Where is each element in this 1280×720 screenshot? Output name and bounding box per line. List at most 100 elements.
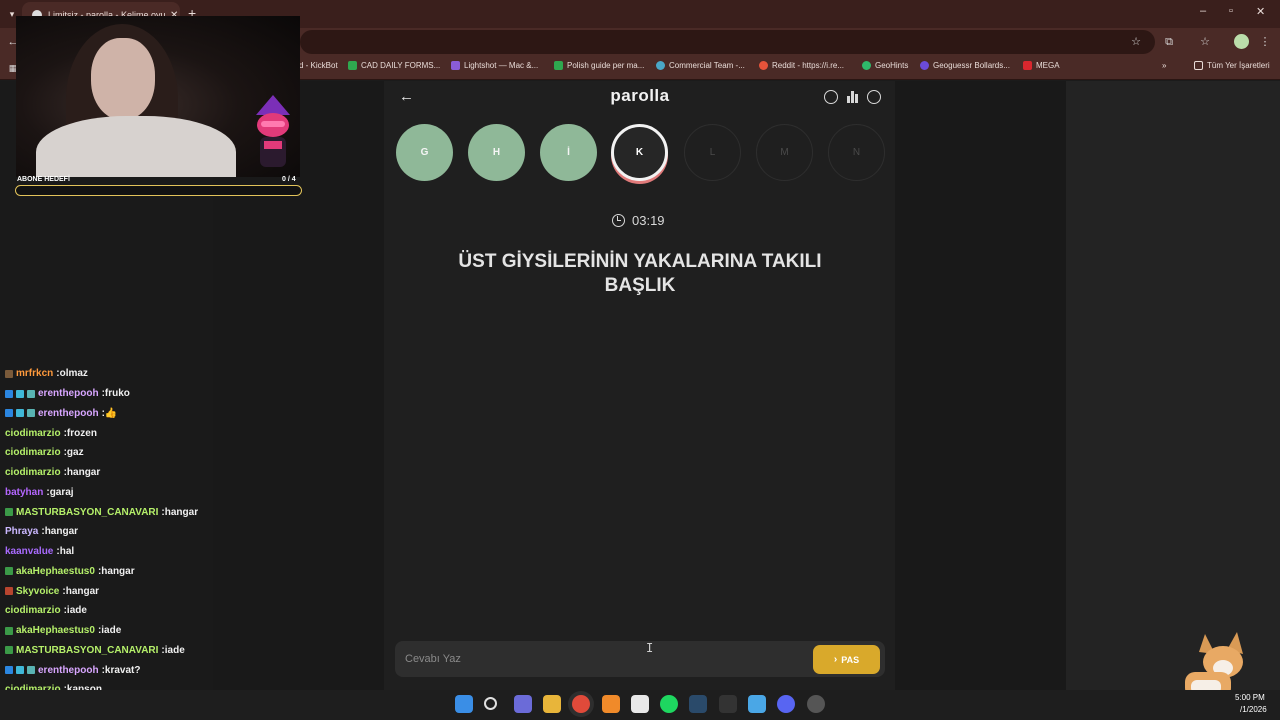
bookmark-item[interactable]: GeoHints (862, 61, 908, 70)
question-text: ÜST GİYSİLERİNİN YAKALARINA TAKILI BAŞLI… (420, 250, 860, 298)
sheets-icon (554, 61, 563, 70)
chat-message: ciodimarzio: gaz (0, 443, 213, 463)
chat-username[interactable]: mrfrkcn (16, 368, 53, 379)
star-icon[interactable]: ☆ (1129, 35, 1143, 49)
bookmark-label: Lightshot — Mac &... (464, 61, 539, 70)
extensions-icon[interactable]: ⧉ (1162, 35, 1176, 49)
pass-label: PAS (841, 654, 860, 665)
chat-username[interactable]: kaanvalue (5, 546, 53, 557)
address-bar[interactable] (300, 30, 1155, 54)
notepad-icon[interactable] (630, 695, 649, 713)
chat-badge-icon (27, 409, 35, 418)
chat-message: erenthepooh: kravat? (0, 660, 213, 680)
bookmark-manager-icon[interactable]: ☆ (1198, 35, 1212, 49)
bookmark-item[interactable]: Reddit - https://i.re... (759, 61, 844, 70)
chat-message: ciodimarzio: iade (0, 601, 213, 621)
letter-circle: N (828, 124, 885, 181)
answer-input[interactable] (405, 651, 795, 667)
sublime-icon[interactable] (601, 695, 620, 713)
letter-circle: L (684, 124, 741, 181)
chat-username[interactable]: MASTURBASYON_CANAVARI (16, 507, 158, 518)
chat-badge-icon (16, 389, 24, 398)
chat-text: iade (164, 644, 185, 656)
chat-username[interactable]: erenthepooh (38, 388, 99, 399)
close-window-button[interactable]: ✕ (1256, 5, 1265, 18)
bookmark-label: d - KickBot (299, 61, 338, 70)
chat-message: ciodimarzio: hangar (0, 463, 213, 483)
bookmark-item[interactable]: Geoguessr Bollards... (920, 61, 1010, 70)
menu-dots-icon[interactable]: ⋮ (1258, 35, 1272, 49)
epic-icon[interactable] (718, 695, 737, 713)
chat-text: hal (59, 546, 75, 558)
chat-username[interactable]: erenthepooh (38, 665, 99, 676)
all-bookmarks-label: Tüm Yer İşaretleri (1207, 61, 1270, 70)
letter-circle: G (396, 124, 453, 181)
chat-text: hangar (44, 526, 79, 538)
sub-goal-label: ABONE HEDEFİ (17, 176, 70, 183)
bookmark-item[interactable]: Polish guide per ma... (554, 61, 644, 70)
more-bookmarks-button[interactable]: » (1162, 61, 1166, 70)
info-icon[interactable] (824, 90, 838, 104)
bookmark-label: Polish guide per ma... (567, 61, 645, 70)
chat-message: akaHephaestus0: hangar (0, 562, 213, 582)
chat-text: gaz (66, 447, 84, 459)
obs-icon[interactable] (806, 695, 825, 713)
mega-icon (1023, 61, 1032, 70)
chat-username[interactable]: Skyvoice (16, 586, 59, 597)
stats-icon[interactable] (846, 90, 860, 104)
chat-username[interactable]: ciodimarzio (5, 467, 61, 478)
file-explorer-icon[interactable] (542, 695, 561, 713)
question-line: ÜST GİYSİLERİNİN YAKALARINA TAKILI (458, 251, 822, 272)
chat-badge-icon (5, 369, 13, 378)
steam-icon[interactable] (689, 695, 708, 713)
arrow-left-icon[interactable]: ← (399, 88, 414, 105)
chat-badge-icon (5, 646, 13, 655)
chat-badge-icon (5, 389, 13, 398)
chat-message: erenthepooh: 👍 (0, 404, 213, 424)
settings-icon[interactable] (748, 695, 766, 713)
pass-button[interactable]: › PAS (813, 645, 880, 674)
chat-username[interactable]: erenthepooh (38, 408, 99, 419)
start-icon[interactable] (455, 695, 473, 713)
chat-badge-icon (16, 409, 24, 418)
chat-username[interactable]: batyhan (5, 487, 43, 498)
parolla-logo[interactable]: parolla (540, 86, 740, 106)
chat-username[interactable]: ciodimarzio (5, 428, 61, 439)
system-clock-date[interactable]: /1/2026 (1240, 705, 1267, 714)
mascot-sticker (256, 95, 290, 167)
bookmark-label: GeoHints (875, 61, 909, 70)
chat-text: iade (66, 605, 87, 617)
chat-username[interactable]: akaHephaestus0 (16, 625, 95, 636)
bookmark-item[interactable]: MEGA (1023, 61, 1060, 70)
letter-circle: M (756, 124, 813, 181)
chat-username[interactable]: Phraya (5, 526, 38, 537)
geohints-icon (862, 61, 871, 70)
timer-value: 03:19 (632, 213, 665, 228)
chat-message: batyhan: garaj (0, 483, 213, 503)
bookmark-item[interactable]: CAD DAILY FORMS... (348, 61, 440, 70)
restore-button[interactable]: ▫ (1229, 5, 1233, 17)
sub-goal-count: 0 / 4 (282, 176, 296, 183)
teams-icon[interactable] (513, 695, 532, 713)
bookmark-item[interactable]: Commercial Team -... (656, 61, 745, 70)
chat-text: hangar (66, 467, 101, 479)
profile-avatar[interactable] (1234, 34, 1249, 49)
spotify-icon[interactable] (660, 695, 679, 713)
bookmark-item[interactable]: Lightshot — Mac &... (451, 61, 538, 70)
chat-badge-icon (5, 666, 13, 675)
chat-username[interactable]: ciodimarzio (5, 447, 61, 458)
user-profile-icon[interactable] (867, 90, 881, 104)
chat-username[interactable]: akaHephaestus0 (16, 566, 95, 577)
system-clock-time[interactable]: 5:00 PM (1235, 693, 1265, 702)
chat-text: hangar (101, 565, 135, 577)
chat-username[interactable]: MASTURBASYON_CANAVARI (16, 645, 158, 656)
bookmark-item[interactable]: d - KickBot (299, 61, 338, 70)
chat-text: frozen (66, 427, 97, 439)
clock-icon (612, 214, 625, 227)
chat-username[interactable]: ciodimarzio (5, 605, 61, 616)
all-bookmarks-folder[interactable]: Tüm Yer İşaretleri (1194, 61, 1270, 70)
folder-icon (1194, 61, 1203, 70)
letter-circle-active: K (611, 124, 668, 181)
chat-text: 👍 (104, 407, 118, 419)
minimize-button[interactable]: – (1200, 5, 1206, 17)
